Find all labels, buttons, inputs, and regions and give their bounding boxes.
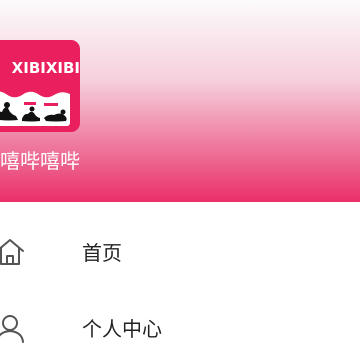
drawer-header: XIBIXIBI 嘻哔嘻哔: [0, 0, 360, 202]
menu-item-home[interactable]: 首页: [0, 220, 360, 292]
menu-item-profile[interactable]: 个人中心: [0, 296, 360, 360]
logo-silhouette-panel: [0, 88, 70, 126]
app-drawer: XIBIXIBI 嘻哔嘻哔 首页 个人中心: [0, 0, 360, 360]
app-name: 嘻哔嘻哔: [0, 149, 80, 173]
drawer-menu: 首页 个人中心: [0, 202, 360, 360]
logo-silhouette-art: [0, 88, 70, 122]
menu-item-profile-label: 个人中心: [82, 317, 162, 341]
home-icon: [0, 239, 24, 265]
logo-text: XIBIXIBI: [11, 59, 80, 77]
app-logo: XIBIXIBI: [0, 40, 80, 132]
menu-item-home-label: 首页: [82, 241, 122, 265]
user-icon: [0, 315, 24, 343]
